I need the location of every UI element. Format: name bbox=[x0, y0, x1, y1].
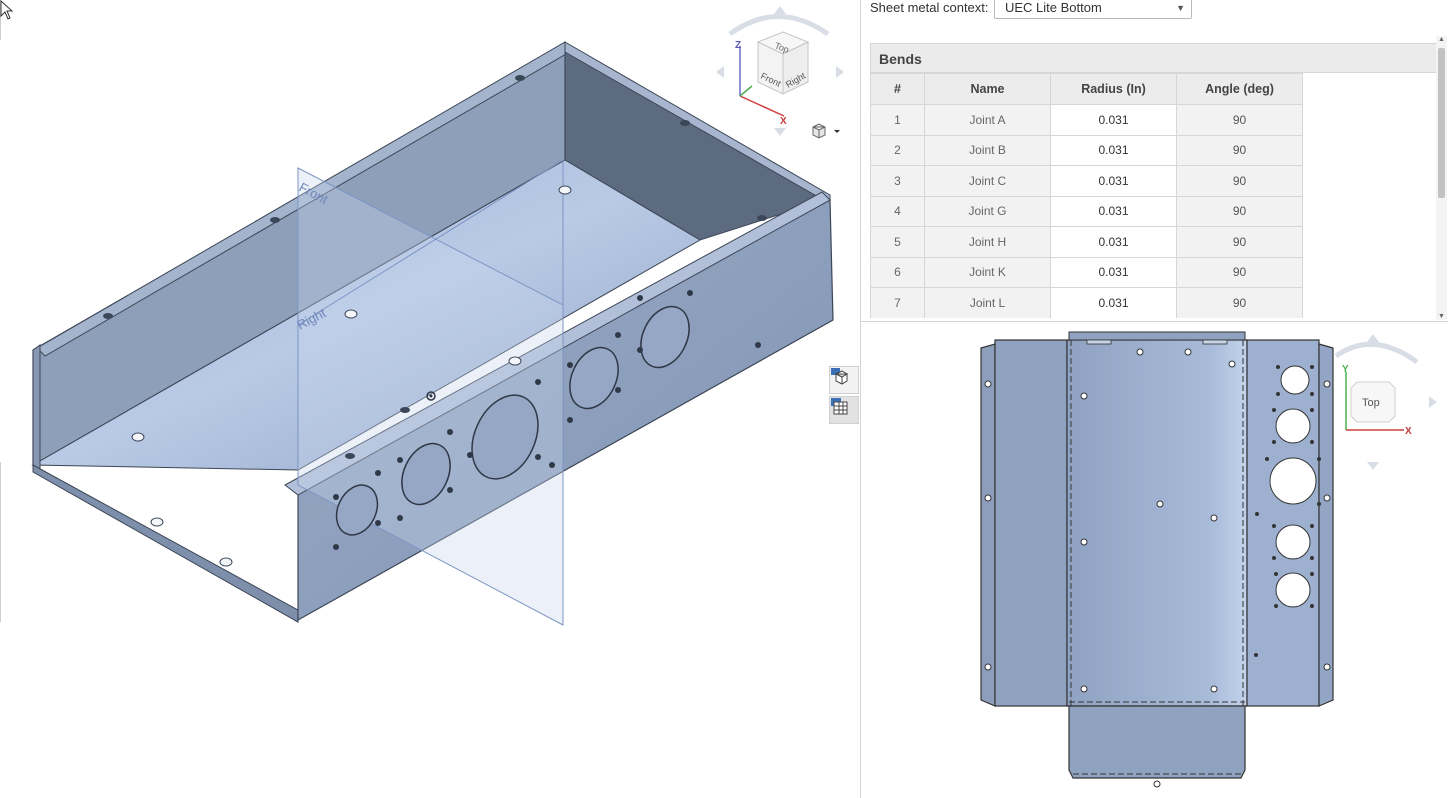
row-number: 2 bbox=[870, 134, 925, 166]
flat-pattern-drawing[interactable]: Top Y X bbox=[861, 322, 1448, 798]
chevron-down-icon: ▼ bbox=[1176, 3, 1185, 13]
sheet-metal-context-row: Sheet metal context: UEC Lite Bottom ▼ bbox=[861, 0, 1448, 22]
table-row[interactable]: 6 Joint K 0.031 90 bbox=[870, 256, 1303, 288]
column-header-number[interactable]: # bbox=[870, 73, 925, 105]
flat-pattern-viewport[interactable]: Top Y X bbox=[861, 322, 1448, 798]
table-header-row: # Name Radius (In) Angle (deg) bbox=[870, 73, 1303, 105]
row-number: 5 bbox=[870, 226, 925, 258]
right-flange bbox=[1246, 339, 1320, 707]
table-row[interactable]: 7 Joint L 0.031 90 bbox=[870, 287, 1303, 318]
flat-view-cube-top: Top bbox=[1362, 397, 1380, 409]
axis-x-label: X bbox=[780, 116, 787, 127]
row-number: 4 bbox=[870, 195, 925, 227]
bend-radius-field[interactable]: 0.031 bbox=[1050, 104, 1177, 136]
table-row[interactable]: 3 Joint C 0.031 90 bbox=[870, 165, 1303, 197]
chevron-down-icon bbox=[834, 130, 840, 133]
cube-icon bbox=[831, 368, 848, 385]
table-view-button[interactable] bbox=[829, 396, 859, 424]
context-label: Sheet metal context: bbox=[870, 0, 989, 15]
table-row[interactable]: 5 Joint H 0.031 90 bbox=[870, 226, 1303, 258]
bend-angle: 90 bbox=[1176, 226, 1303, 258]
axis-z-label: Z bbox=[735, 40, 741, 51]
bend-name: Joint A bbox=[924, 104, 1051, 136]
column-header-name[interactable]: Name bbox=[924, 73, 1051, 105]
bend-angle: 90 bbox=[1176, 287, 1303, 318]
bends-table-container: Bends # Name Radius (In) Angle (deg) 1 J… bbox=[870, 43, 1437, 318]
left-flange bbox=[994, 339, 1068, 707]
bend-radius-field[interactable]: 0.031 bbox=[1050, 134, 1177, 166]
base-face bbox=[1066, 339, 1248, 707]
row-number: 7 bbox=[870, 287, 925, 318]
table-icon bbox=[831, 398, 848, 415]
bend-angle: 90 bbox=[1176, 256, 1303, 288]
flat-pattern-panel: Sheet metal context: UEC Lite Bottom ▼ B… bbox=[861, 0, 1448, 798]
bend-radius-field[interactable]: 0.031 bbox=[1050, 195, 1177, 227]
bend-name: Joint C bbox=[924, 165, 1051, 197]
view-options-dropdown[interactable] bbox=[810, 123, 844, 141]
column-header-angle[interactable]: Angle (deg) bbox=[1176, 73, 1303, 105]
3d-viewport[interactable]: Front Right Top Front Right Z X bbox=[0, 0, 860, 798]
column-header-radius[interactable]: Radius (In) bbox=[1050, 73, 1177, 105]
bend-radius-field[interactable]: 0.031 bbox=[1050, 256, 1177, 288]
table-row[interactable]: 4 Joint G 0.031 90 bbox=[870, 195, 1303, 227]
table-scrollbar[interactable]: ▲ ▼ bbox=[1436, 36, 1447, 320]
row-number: 6 bbox=[870, 256, 925, 288]
context-select[interactable]: UEC Lite Bottom ▼ bbox=[994, 0, 1192, 19]
bend-radius-field[interactable]: 0.031 bbox=[1050, 287, 1177, 318]
bend-name: Joint K bbox=[924, 256, 1051, 288]
table-row[interactable]: 2 Joint B 0.031 90 bbox=[870, 134, 1303, 166]
bend-name: Joint G bbox=[924, 195, 1051, 227]
bend-angle: 90 bbox=[1176, 134, 1303, 166]
bends-table: # Name Radius (In) Angle (deg) 1 Joint A… bbox=[870, 73, 1303, 318]
flat-axis-y-label: Y bbox=[1342, 364, 1349, 375]
flat-view-cube[interactable]: Top Y X bbox=[1334, 334, 1437, 470]
bend-name: Joint B bbox=[924, 134, 1051, 166]
scroll-up-icon[interactable]: ▲ bbox=[1438, 36, 1445, 43]
table-row[interactable]: 1 Joint A 0.031 90 bbox=[870, 104, 1303, 136]
bend-radius-field[interactable]: 0.031 bbox=[1050, 165, 1177, 197]
row-number: 1 bbox=[870, 104, 925, 136]
view-iso-button[interactable] bbox=[829, 366, 859, 394]
bend-angle: 90 bbox=[1176, 165, 1303, 197]
scroll-down-icon[interactable]: ▼ bbox=[1438, 313, 1445, 320]
flat-axis-x-label: X bbox=[1405, 426, 1412, 437]
mouse-cursor-icon bbox=[0, 0, 14, 20]
onshape-sheet-metal-window: Front Right Top Front Right Z X Sheet me… bbox=[0, 0, 1448, 798]
row-number: 3 bbox=[870, 165, 925, 197]
bend-angle: 90 bbox=[1176, 195, 1303, 227]
bend-name: Joint H bbox=[924, 226, 1051, 258]
context-select-value: UEC Lite Bottom bbox=[1005, 0, 1102, 15]
bend-radius-field[interactable]: 0.031 bbox=[1050, 226, 1177, 258]
bends-table-title: Bends bbox=[870, 43, 1437, 73]
bend-angle: 90 bbox=[1176, 104, 1303, 136]
bottom-flange bbox=[1068, 705, 1246, 779]
bend-name: Joint L bbox=[924, 287, 1051, 318]
scrollbar-thumb[interactable] bbox=[1438, 48, 1445, 198]
